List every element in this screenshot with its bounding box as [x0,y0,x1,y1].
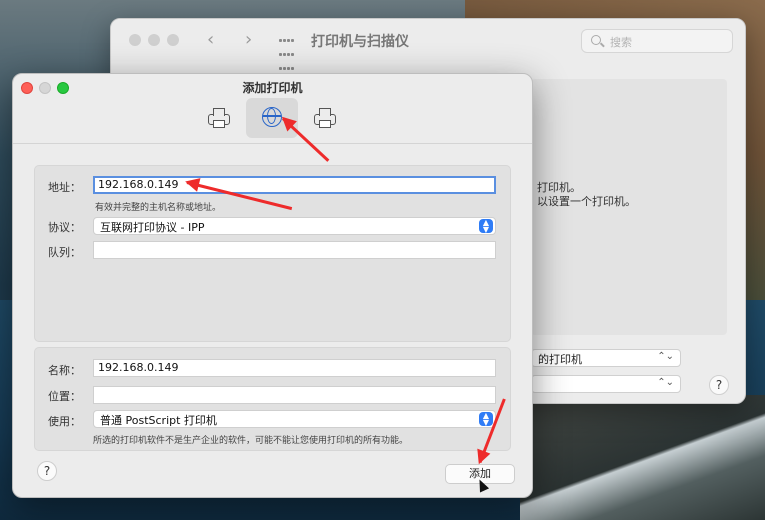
address-label: 地址： [48,181,81,194]
name-label: 名称： [48,364,81,377]
help-button[interactable]: ? [709,375,729,395]
driver-hint: 所选的打印机软件不是生产企业的软件，可能不能让您使用打印机的所有功能。 [93,436,409,446]
protocol-label: 协议： [48,221,81,234]
default-printer-select[interactable]: 的打印机 ⌃⌄ [531,349,681,367]
toolbar-divider [13,143,532,144]
forward-arrow-icon[interactable]: › [245,29,252,50]
connection-group: 地址： 192.168.0.149 有效并完整的主机名称或地址。 协议： 互联网… [34,165,511,342]
chevron-updown-icon: ▲ ▼ [479,412,493,427]
name-field[interactable]: 192.168.0.149 [93,359,496,377]
queue-field[interactable] [93,241,496,259]
location-field[interactable] [93,386,496,404]
message-line-2: 以设置一个打印机。 [537,195,636,208]
protocol-value: 互联网打印协议 - IPP [100,221,205,234]
back-window-toolbar: ‹ › 打印机与扫描仪 搜索 [111,19,745,70]
queue-label: 队列： [48,246,81,259]
minimize-dot-inactive[interactable] [148,34,160,46]
chevron-updown-icon: ⌃⌄ [657,377,674,388]
dialog-title: 添加打印机 [242,81,303,95]
wallpaper-rocks [520,395,765,520]
chevron-updown-icon: ▲ ▼ [479,219,493,234]
show-all-grid-icon[interactable] [279,33,295,70]
driver-value: 普通 PostScript 打印机 [100,414,217,427]
add-printer-dialog: 添加打印机 地址： 192.168.0.149 有效并完整的主机名称或地址。 协… [12,73,533,498]
no-printer-message: 打印机。 以设置一个打印机。 [537,181,636,209]
message-line-1: 打印机。 [537,181,581,194]
address-field[interactable]: 192.168.0.149 [93,176,496,194]
address-hint: 有效并完整的主机名称或地址。 [95,203,222,213]
zoom-dot-inactive[interactable] [167,34,179,46]
close-dot-inactive[interactable] [129,34,141,46]
protocol-select[interactable]: 互联网打印协议 - IPP ▲ ▼ [93,217,496,235]
help-button[interactable]: ? [37,461,57,481]
location-label: 位置： [48,390,81,403]
window-title: 打印机与扫描仪 [311,34,409,50]
tab-windows-printer[interactable] [299,98,351,138]
use-label: 使用： [48,415,81,428]
printer-icon [208,108,230,128]
windows-printer-icon [314,108,336,128]
chevron-updown-icon: ⌃⌄ [657,351,674,362]
search-icon [591,35,601,45]
default-paper-select[interactable]: ⌃⌄ [531,375,681,393]
tab-default-printers[interactable] [193,98,245,138]
back-arrow-icon[interactable]: ‹ [207,29,214,50]
search-placeholder: 搜索 [610,36,632,49]
default-printer-value: 的打印机 [538,353,582,366]
search-field[interactable]: 搜索 [581,29,733,53]
printer-info-group: 名称： 192.168.0.149 位置： 使用： 普通 PostScript … [34,347,511,451]
driver-select[interactable]: 普通 PostScript 打印机 ▲ ▼ [93,410,496,428]
